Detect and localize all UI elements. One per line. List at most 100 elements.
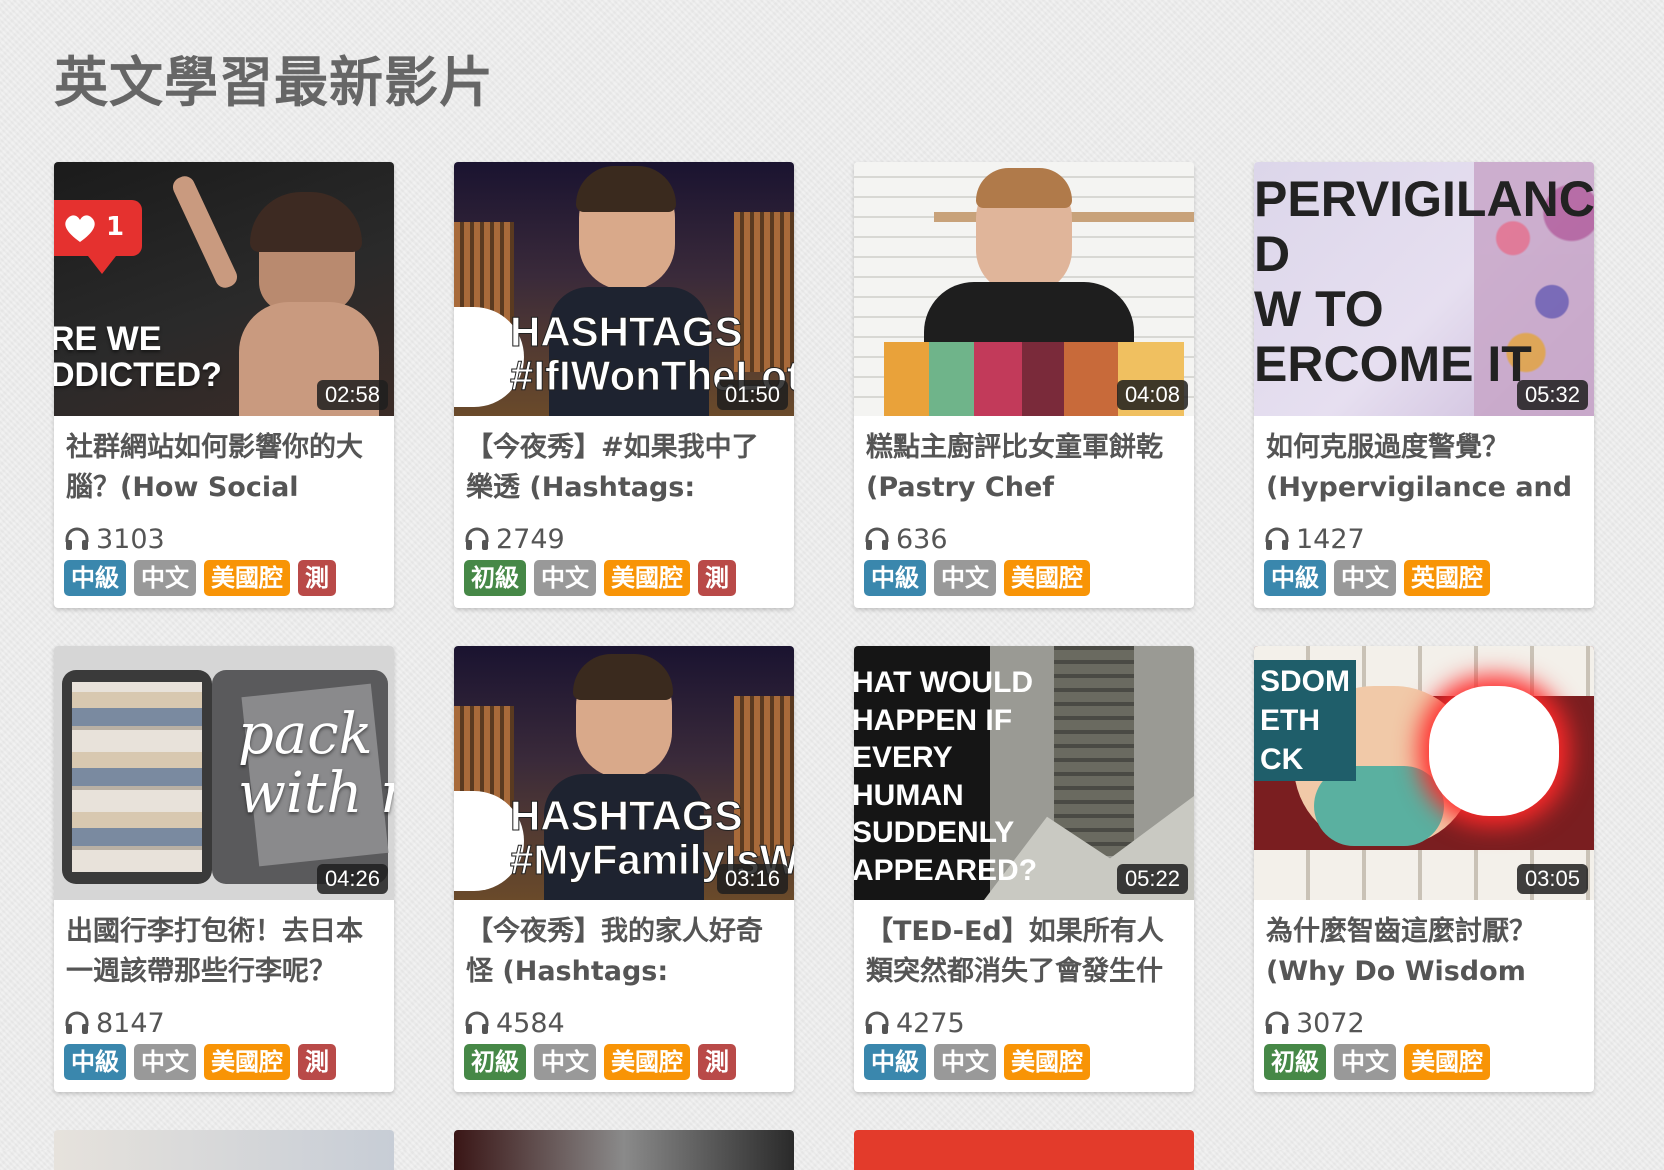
play-count-value: 1427 bbox=[1296, 523, 1365, 555]
tag-list: 中級 中文 美國腔 bbox=[864, 1044, 1184, 1080]
video-title[interactable]: 【今夜秀】#如果我中了樂透 (Hashtags: bbox=[466, 428, 782, 510]
play-count: 4275 bbox=[864, 1006, 1184, 1040]
play-count-value: 3103 bbox=[96, 523, 165, 555]
level-tag[interactable]: 初級 bbox=[464, 1044, 526, 1080]
video-thumbnail[interactable]: HAT WOULD HAPPEN IF EVERY HUMAN SUDDENLY… bbox=[854, 646, 1194, 900]
video-card[interactable]: HAT WOULD HAPPEN IF EVERY HUMAN SUDDENLY… bbox=[854, 646, 1194, 1092]
video-thumbnail[interactable]: PERVIGILANCE D W TO ERCOME IT 05:32 bbox=[1254, 162, 1594, 416]
play-count-value: 636 bbox=[896, 523, 948, 555]
video-thumbnail[interactable]: HASHTAGS #MyFamilyIsWeird 03:16 bbox=[454, 646, 794, 900]
thumbnail-caption: pack with me bbox=[238, 702, 394, 826]
video-card[interactable]: SDOM ETH CK 03:05 為什麼智齒這麼討厭？(Why Do Wisd… bbox=[1254, 646, 1594, 1092]
accent-tag[interactable]: 美國腔 bbox=[204, 560, 290, 596]
video-thumbnail[interactable]: 1 RE WE DDICTED? 02:58 bbox=[54, 162, 394, 416]
play-count: 8147 bbox=[64, 1006, 384, 1040]
thumbnail-caption: RE WE DDICTED? bbox=[54, 320, 222, 394]
level-tag[interactable]: 中級 bbox=[864, 1044, 926, 1080]
video-duration: 04:08 bbox=[1116, 380, 1188, 410]
test-tag[interactable]: 測 bbox=[698, 560, 736, 596]
accent-tag[interactable]: 美國腔 bbox=[1004, 1044, 1090, 1080]
tag-list: 中級 中文 英國腔 bbox=[1264, 560, 1584, 596]
headphones-icon bbox=[865, 527, 889, 550]
level-tag[interactable]: 中級 bbox=[1264, 560, 1326, 596]
level-tag[interactable]: 初級 bbox=[464, 560, 526, 596]
language-tag[interactable]: 中文 bbox=[534, 1044, 596, 1080]
play-count-value: 3072 bbox=[1296, 1007, 1365, 1039]
video-title[interactable]: 【TED-Ed】如果所有人類突然都消失了會發生什 bbox=[866, 912, 1182, 994]
video-card[interactable]: HASHTAGS #MyFamilyIsWeird 03:16 【今夜秀】我的家… bbox=[454, 646, 794, 1092]
headphones-icon bbox=[465, 1011, 489, 1034]
video-card-partial[interactable] bbox=[454, 1130, 794, 1170]
headphones-icon bbox=[65, 1011, 89, 1034]
video-title[interactable]: 社群網站如何影響你的大腦？(How Social Media bbox=[66, 428, 382, 510]
thumbnail-caption: PERVIGILANCE D W TO ERCOME IT bbox=[1254, 171, 1594, 392]
video-title[interactable]: 糕點主廚評比女童軍餅乾 (Pastry Chef Reviews bbox=[866, 428, 1182, 510]
accent-tag[interactable]: 美國腔 bbox=[604, 1044, 690, 1080]
video-card[interactable]: PERVIGILANCE D W TO ERCOME IT 05:32 如何克服… bbox=[1254, 162, 1594, 608]
video-thumbnail[interactable]: HASHTAGS #IfIWonTheLottery 01:50 bbox=[454, 162, 794, 416]
accent-tag[interactable]: 美國腔 bbox=[204, 1044, 290, 1080]
headphones-icon bbox=[865, 1011, 889, 1034]
video-card[interactable]: 04:08 糕點主廚評比女童軍餅乾 (Pastry Chef Reviews 6… bbox=[854, 162, 1194, 608]
play-count-value: 8147 bbox=[96, 1007, 165, 1039]
video-duration: 01:50 bbox=[716, 380, 788, 410]
play-count: 4584 bbox=[464, 1006, 784, 1040]
language-tag[interactable]: 中文 bbox=[134, 560, 196, 596]
video-duration: 05:22 bbox=[1116, 864, 1188, 894]
play-count: 1427 bbox=[1264, 522, 1584, 556]
test-tag[interactable]: 測 bbox=[698, 1044, 736, 1080]
video-card[interactable]: 1 RE WE DDICTED? 02:58 社群網站如何影響你的大腦？(How… bbox=[54, 162, 394, 608]
play-count: 2749 bbox=[464, 522, 784, 556]
video-thumbnail[interactable]: SDOM ETH CK 03:05 bbox=[1254, 646, 1594, 900]
video-thumbnail[interactable]: pack with me 04:26 bbox=[54, 646, 394, 900]
headphones-icon bbox=[465, 527, 489, 550]
page-title: 英文學習最新影片 bbox=[54, 51, 494, 114]
accent-tag[interactable]: 英國腔 bbox=[1404, 560, 1490, 596]
video-card[interactable]: pack with me 04:26 出國行李打包術！去日本一週該帶那些行李呢？… bbox=[54, 646, 394, 1092]
level-tag[interactable]: 中級 bbox=[64, 1044, 126, 1080]
level-tag[interactable]: 初級 bbox=[1264, 1044, 1326, 1080]
language-tag[interactable]: 中文 bbox=[1334, 560, 1396, 596]
play-count-value: 2749 bbox=[496, 523, 565, 555]
thumbnail-caption: SDOM ETH CK bbox=[1254, 660, 1356, 781]
language-tag[interactable]: 中文 bbox=[534, 560, 596, 596]
video-title[interactable]: 為什麼智齒這麼討厭？(Why Do Wisdom Teeth bbox=[1266, 912, 1582, 994]
accent-tag[interactable]: 美國腔 bbox=[604, 560, 690, 596]
video-duration: 02:58 bbox=[316, 380, 388, 410]
video-card-partial[interactable] bbox=[54, 1130, 394, 1170]
level-tag[interactable]: 中級 bbox=[64, 560, 126, 596]
language-tag[interactable]: 中文 bbox=[934, 560, 996, 596]
tag-list: 初級 中文 美國腔 bbox=[1264, 1044, 1584, 1080]
video-duration: 03:16 bbox=[716, 864, 788, 894]
video-title[interactable]: 如何克服過度警覺？(Hypervigilance and bbox=[1266, 428, 1582, 510]
video-title[interactable]: 出國行李打包術！去日本一週該帶那些行李呢？ bbox=[66, 912, 382, 994]
play-count: 3072 bbox=[1264, 1006, 1584, 1040]
tag-list: 中級 中文 美國腔 測 bbox=[64, 560, 384, 596]
tag-list: 中級 中文 美國腔 測 bbox=[64, 1044, 384, 1080]
video-duration: 05:32 bbox=[1516, 380, 1588, 410]
language-tag[interactable]: 中文 bbox=[134, 1044, 196, 1080]
tag-list: 中級 中文 美國腔 bbox=[864, 560, 1184, 596]
video-card[interactable]: HASHTAGS #IfIWonTheLottery 01:50 【今夜秀】#如… bbox=[454, 162, 794, 608]
play-count: 3103 bbox=[64, 522, 384, 556]
tag-list: 初級 中文 美國腔 測 bbox=[464, 560, 784, 596]
language-tag[interactable]: 中文 bbox=[934, 1044, 996, 1080]
video-title[interactable]: 【今夜秀】我的家人好奇怪 (Hashtags: bbox=[466, 912, 782, 994]
thumbnail-caption: HAT WOULD HAPPEN IF EVERY HUMAN SUDDENLY… bbox=[854, 666, 1038, 887]
test-tag[interactable]: 測 bbox=[298, 1044, 336, 1080]
play-count-value: 4584 bbox=[496, 1007, 565, 1039]
video-thumbnail[interactable]: 04:08 bbox=[854, 162, 1194, 416]
like-notification-icon: 1 bbox=[54, 200, 142, 256]
level-tag[interactable]: 中級 bbox=[864, 560, 926, 596]
video-card-partial[interactable] bbox=[854, 1130, 1194, 1170]
accent-tag[interactable]: 美國腔 bbox=[1404, 1044, 1490, 1080]
accent-tag[interactable]: 美國腔 bbox=[1004, 560, 1090, 596]
play-count-value: 4275 bbox=[896, 1007, 965, 1039]
headphones-icon bbox=[1265, 527, 1289, 550]
video-duration: 04:26 bbox=[316, 864, 388, 894]
headphones-icon bbox=[65, 527, 89, 550]
test-tag[interactable]: 測 bbox=[298, 560, 336, 596]
language-tag[interactable]: 中文 bbox=[1334, 1044, 1396, 1080]
play-count: 636 bbox=[864, 522, 1184, 556]
tag-list: 初級 中文 美國腔 測 bbox=[464, 1044, 784, 1080]
